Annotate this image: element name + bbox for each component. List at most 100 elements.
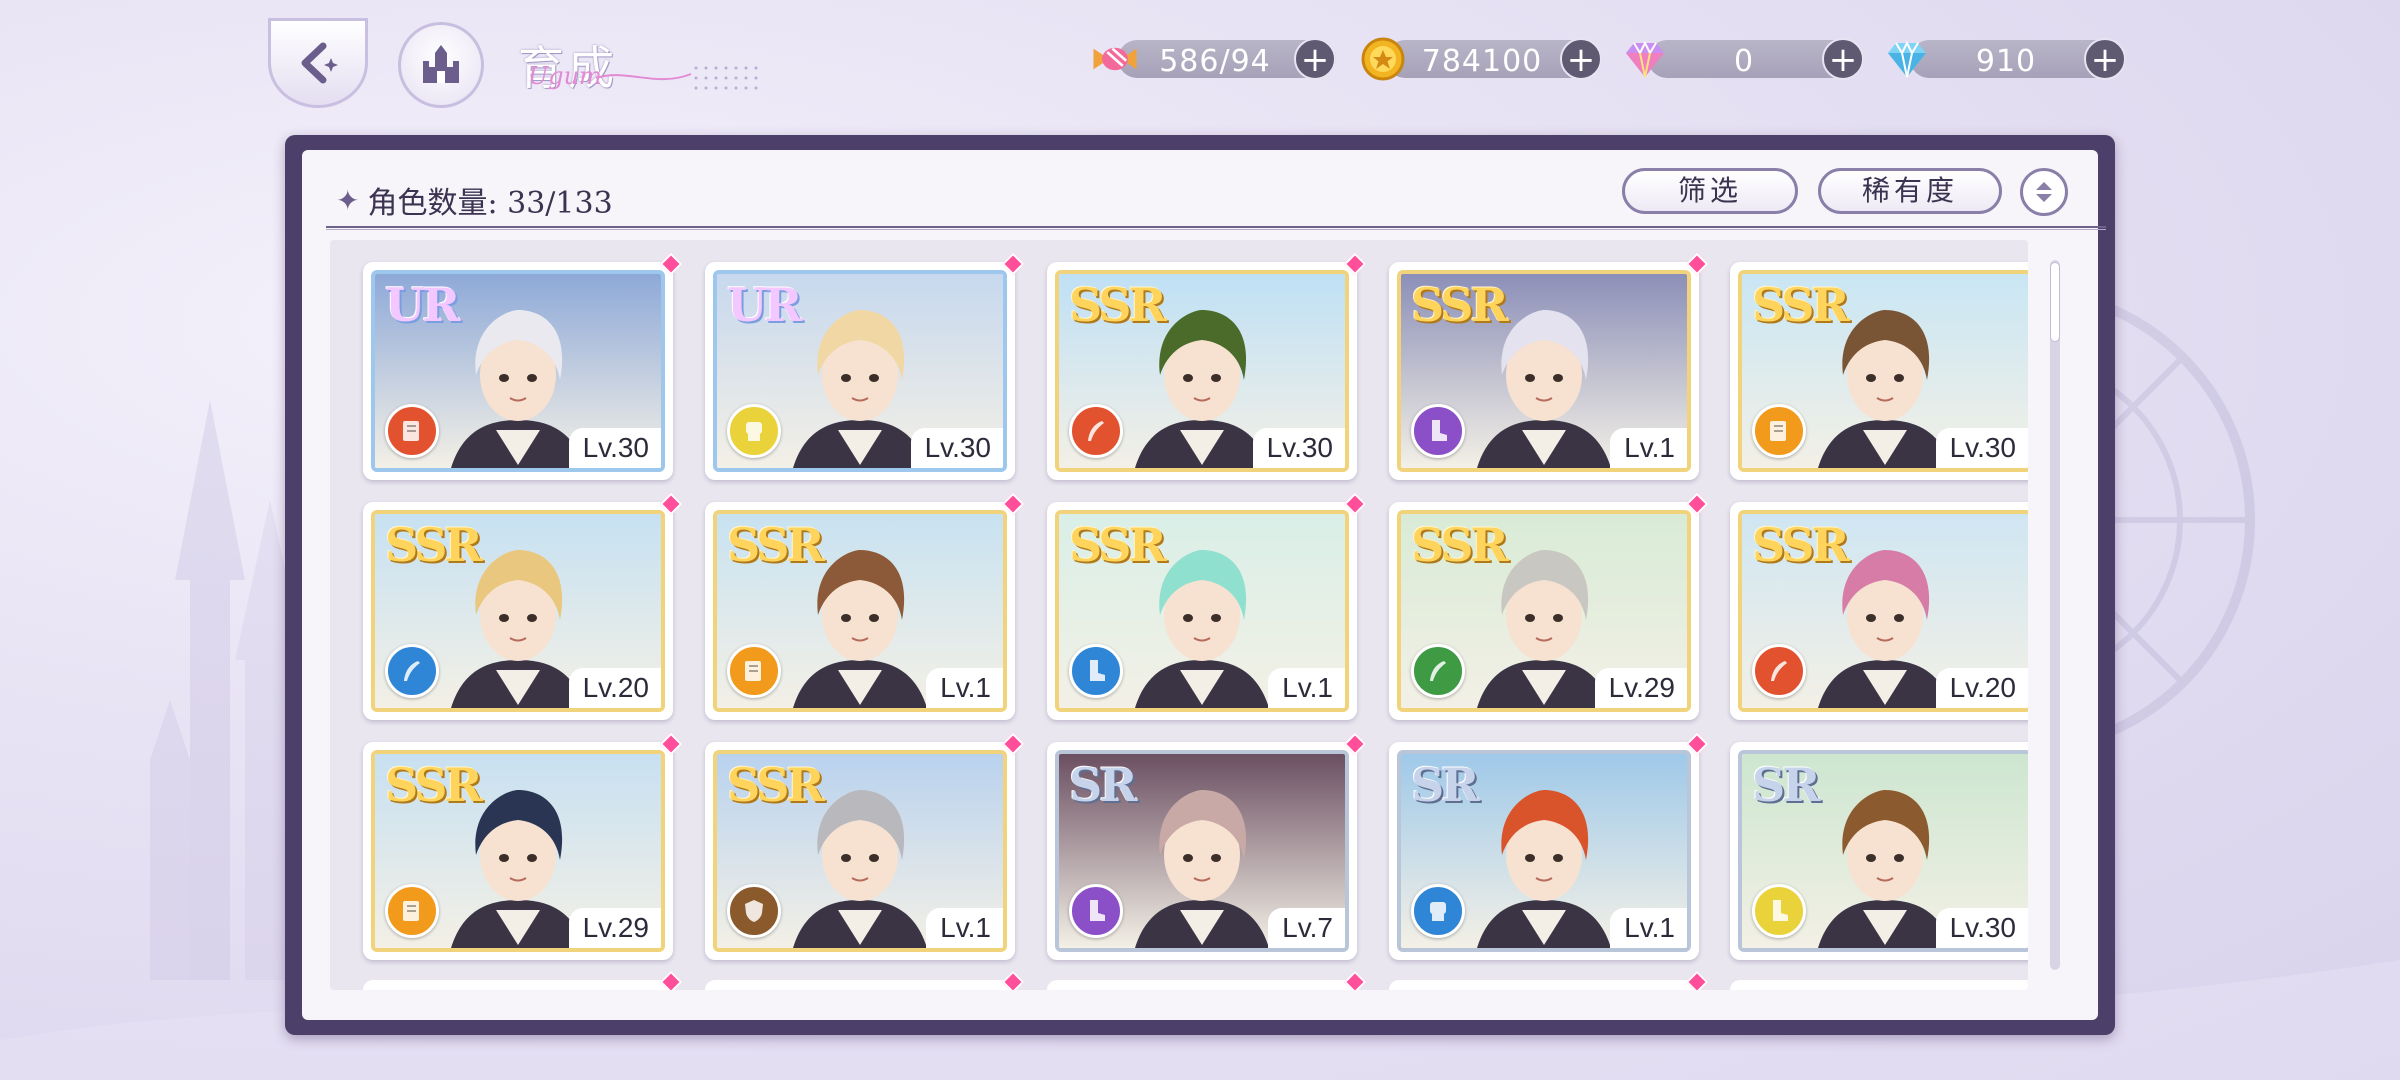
- rarity-badge: SSR: [1752, 518, 1850, 572]
- sparkle-icon: ✦: [336, 183, 360, 217]
- attribute-badge: [1752, 644, 1806, 698]
- character-card[interactable]: SSR Lv.1: [705, 732, 1025, 960]
- rarity-badge: SSR: [1069, 518, 1167, 572]
- sort-order-button[interactable]: [2020, 168, 2068, 216]
- rarity-badge: SSR: [1069, 278, 1167, 332]
- attribute-badge: [1752, 404, 1806, 458]
- quill-icon: [1088, 421, 1104, 441]
- level-label: Lv.30: [1935, 908, 2028, 948]
- shield-icon: [745, 900, 763, 922]
- character-card[interactable]: SSR Lv.30: [1730, 252, 2028, 480]
- quill-icon: [1430, 661, 1446, 681]
- attribute-badge: [1411, 404, 1465, 458]
- character-art: UR Lv.30: [713, 270, 1007, 472]
- level-label: Lv.29: [1594, 668, 1687, 708]
- add-rainbow-gem-button[interactable]: +: [1822, 38, 1864, 80]
- pink-gem-icon: [1343, 970, 1367, 990]
- quill-icon: [404, 661, 420, 681]
- back-button[interactable]: [268, 18, 368, 108]
- character-card[interactable]: SSR Lv.1: [705, 492, 1025, 720]
- level-label: Lv.30: [1935, 428, 2028, 468]
- resource-stamina: 586/94 +: [1090, 38, 1336, 80]
- boot-icon: [1773, 900, 1788, 921]
- character-art: SR Lv.30: [1738, 750, 2028, 952]
- character-grid[interactable]: UR Lv.30 UR Lv.30 SSR Lv.30 SSR Lv.1 SSR Lv.30 SSR…: [330, 240, 2028, 990]
- level-label: Lv.30: [1252, 428, 1345, 468]
- character-card[interactable]: SSR Lv.30: [1047, 252, 1367, 480]
- rainbow-gem-icon: [1620, 34, 1670, 84]
- add-stamina-button[interactable]: +: [1294, 38, 1336, 80]
- rarity-badge: SSR: [727, 518, 825, 572]
- character-art: SSR Lv.1: [1397, 270, 1691, 472]
- scrollbar-thumb[interactable]: [2050, 262, 2060, 342]
- character-art: UR Lv.30: [371, 270, 665, 472]
- character-card[interactable]: SR Lv.7: [1047, 732, 1367, 960]
- rarity-badge: SSR: [385, 518, 483, 572]
- character-card-partial[interactable]: [363, 970, 683, 990]
- character-card[interactable]: SSR Lv.20: [1730, 492, 2028, 720]
- attribute-badge: [727, 884, 781, 938]
- book-icon: [745, 661, 761, 681]
- castle-icon: [423, 45, 459, 83]
- rarity-badge: SR: [1752, 758, 1820, 812]
- rarity-badge: SSR: [1411, 518, 1509, 572]
- pink-gem-icon: [2026, 970, 2028, 990]
- add-diamond-button[interactable]: +: [2084, 38, 2126, 80]
- character-art: SR Lv.1: [1397, 750, 1691, 952]
- character-card[interactable]: SR Lv.30: [1730, 732, 2028, 960]
- character-art: SSR Lv.20: [371, 510, 665, 712]
- character-card-partial[interactable]: [1389, 970, 1709, 990]
- character-card-partial[interactable]: [705, 970, 1025, 990]
- level-label: Lv.20: [568, 668, 661, 708]
- pink-gem-icon: [1685, 970, 1709, 990]
- resource-rainbow-gem: 0 +: [1620, 38, 1864, 80]
- coin-icon: [1358, 34, 1408, 84]
- back-arrow-icon: [301, 42, 338, 84]
- rarity-badge: UR: [385, 278, 460, 332]
- add-coin-button[interactable]: +: [1560, 38, 1602, 80]
- character-count: ✦ 角色数量: 33/133: [336, 178, 613, 222]
- rarity-badge: SSR: [1411, 278, 1509, 332]
- header-divider: [326, 226, 2106, 230]
- level-label: Lv.1: [1610, 908, 1687, 948]
- rarity-badge: SSR: [1752, 278, 1850, 332]
- attribute-badge: [727, 644, 781, 698]
- character-art: SSR Lv.1: [713, 750, 1007, 952]
- candy-icon: [1090, 34, 1140, 84]
- character-art: SSR Lv.30: [1055, 270, 1349, 472]
- scrollbar-track[interactable]: [2050, 260, 2060, 970]
- rarity-badge: SR: [1411, 758, 1479, 812]
- character-card[interactable]: SSR Lv.1: [1047, 492, 1367, 720]
- character-art: SSR Lv.1: [713, 510, 1007, 712]
- attribute-badge: [385, 404, 439, 458]
- level-label: Lv.1: [926, 668, 1003, 708]
- level-label: Lv.1: [1268, 668, 1345, 708]
- rarity-sort-button[interactable]: 稀有度: [1818, 168, 2002, 214]
- pink-gem-icon: [659, 970, 683, 990]
- character-card-partial[interactable]: [1730, 970, 2028, 990]
- character-card-partial[interactable]: [1047, 970, 1367, 990]
- attribute-badge: [1411, 644, 1465, 698]
- quill-icon: [1771, 661, 1787, 681]
- title-decoration: Ugum: [528, 62, 758, 90]
- character-art: SSR Lv.1: [1055, 510, 1349, 712]
- character-art: SSR Lv.29: [1397, 510, 1691, 712]
- attribute-badge: [1411, 884, 1465, 938]
- character-card[interactable]: UR Lv.30: [705, 252, 1025, 480]
- pink-gem-icon: [1001, 970, 1025, 990]
- character-card[interactable]: UR Lv.30: [363, 252, 683, 480]
- attribute-badge: [1069, 644, 1123, 698]
- character-card[interactable]: SSR Lv.29: [363, 732, 683, 960]
- attribute-badge: [385, 884, 439, 938]
- character-card[interactable]: SR Lv.1: [1389, 732, 1709, 960]
- filter-button[interactable]: 筛选: [1622, 168, 1798, 214]
- title-script: Ugum: [528, 62, 602, 90]
- resource-diamond: 910 +: [1882, 38, 2126, 80]
- character-card[interactable]: SSR Lv.20: [363, 492, 683, 720]
- rarity-badge: SR: [1069, 758, 1137, 812]
- character-card[interactable]: SSR Lv.29: [1389, 492, 1709, 720]
- home-button[interactable]: [398, 22, 484, 108]
- character-art: SSR Lv.30: [1738, 270, 2028, 472]
- character-card[interactable]: SSR Lv.1: [1389, 252, 1709, 480]
- character-art: SR Lv.7: [1055, 750, 1349, 952]
